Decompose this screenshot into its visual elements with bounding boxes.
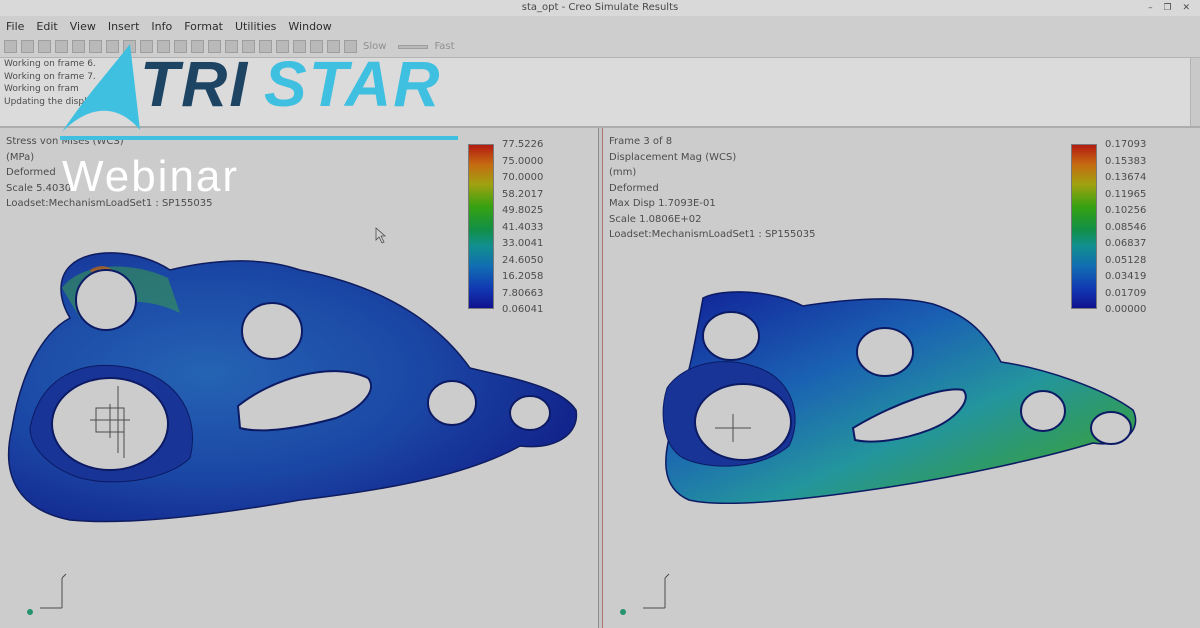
upper-hole <box>75 269 137 331</box>
logo-tri-text: TRI <box>140 48 250 120</box>
window-controls[interactable]: – ❐ ✕ <box>1148 0 1194 16</box>
upper-hole <box>702 311 760 361</box>
triad-origin-icon <box>27 609 33 615</box>
logo-star-text: STAR <box>264 48 442 120</box>
tip-hole <box>1090 411 1132 445</box>
logo-underline <box>60 136 458 140</box>
log-scrollbar[interactable] <box>1190 58 1200 126</box>
triad-icon <box>643 573 670 609</box>
center-hole <box>241 302 303 360</box>
mouse-cursor-icon <box>375 227 387 244</box>
right-hole <box>1020 390 1066 432</box>
tristar-logo: TRI STAR Webinar <box>0 0 600 220</box>
displacement-model-view[interactable] <box>603 128 1200 628</box>
triad-icon <box>40 573 67 609</box>
displacement-result-window[interactable]: Frame 3 of 8 Displacement Mag (WCS) (mm)… <box>602 128 1200 628</box>
triad-origin-icon <box>620 609 626 615</box>
tip-hole <box>509 395 551 431</box>
webinar-title: Webinar <box>62 152 240 201</box>
right-hole <box>427 380 477 426</box>
center-hole <box>856 327 914 377</box>
large-bore-hole <box>694 383 792 461</box>
